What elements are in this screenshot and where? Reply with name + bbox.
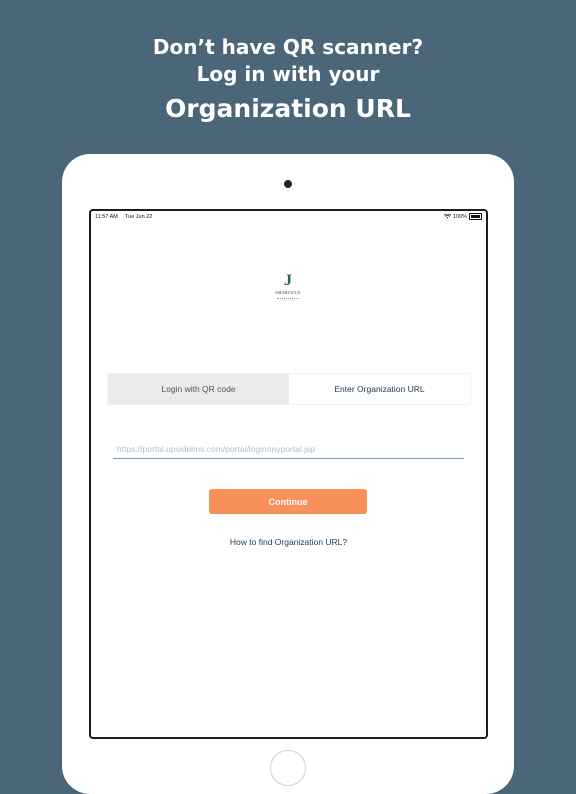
- headline-line-2: Log in with your: [196, 62, 380, 86]
- camera-icon: [284, 180, 292, 188]
- battery-icon: [469, 213, 482, 220]
- headline-line-3: Organization URL: [165, 94, 411, 123]
- headline-line-1: Don’t have QR scanner?: [152, 35, 424, 59]
- find-organization-url-link[interactable]: How to find Organization URL?: [91, 537, 486, 547]
- wifi-icon: [443, 214, 451, 219]
- organization-url-input[interactable]: [113, 439, 464, 459]
- app-screen: 11:57 AM Tue Jun 22 100% J SMARTICUS Log…: [89, 209, 488, 739]
- company-logo: J SMARTICUS: [271, 273, 305, 299]
- logo-wordmark: SMARTICUS: [275, 290, 301, 295]
- status-date: Tue Jun 22: [125, 214, 153, 220]
- continue-button[interactable]: Continue: [209, 489, 367, 514]
- login-method-tabs: Login with QR code Enter Organization UR…: [107, 373, 471, 405]
- promo-headline: Don’t have QR scanner? Log in with your …: [0, 34, 576, 128]
- battery-percent: 100%: [452, 213, 467, 220]
- logo-underline: [277, 296, 299, 299]
- tab-organization-url[interactable]: Enter Organization URL: [289, 374, 470, 404]
- status-bar: 11:57 AM Tue Jun 22 100%: [91, 211, 486, 225]
- status-right: 100%: [443, 213, 482, 220]
- tab-qr-code[interactable]: Login with QR code: [108, 374, 289, 404]
- home-button: [270, 750, 306, 786]
- status-time: 11:57 AM: [95, 214, 118, 220]
- logo-mark: J: [284, 272, 292, 289]
